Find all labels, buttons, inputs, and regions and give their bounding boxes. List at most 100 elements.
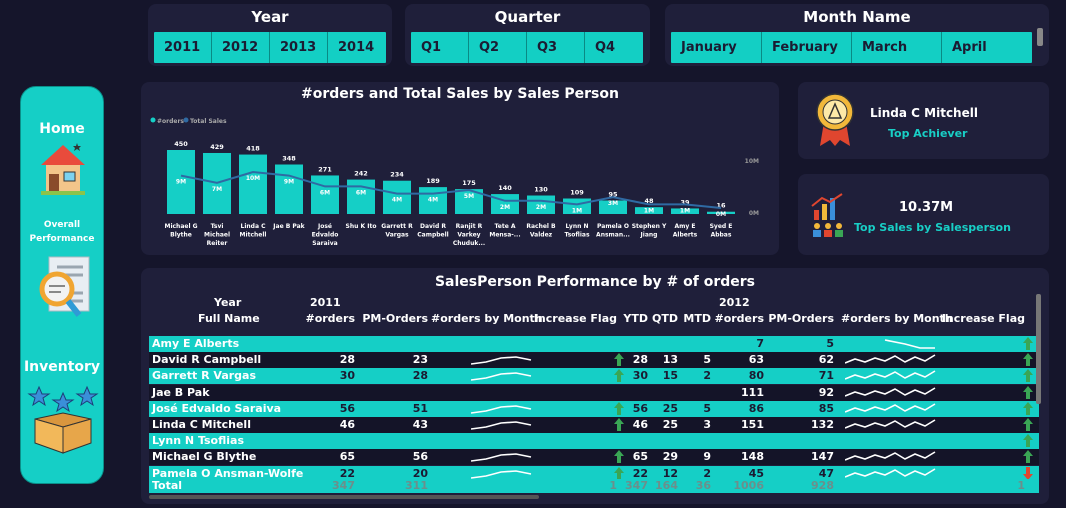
quarter-option-q2[interactable]: Q2	[469, 32, 527, 63]
report-search-icon[interactable]	[35, 253, 95, 327]
cell-2012-pm-orders: 5	[826, 337, 834, 350]
nav-home-label[interactable]: Home	[21, 121, 103, 137]
row-name: Jae B Pak	[152, 385, 210, 399]
year-option-2014[interactable]: 2014	[328, 32, 386, 63]
dashboard-root: { "slicers": { "year": { "title": "Year"…	[0, 0, 1066, 508]
year-slicer: Year 2011 2012 2013 2014	[148, 4, 392, 66]
sales-label-1: 7M	[212, 186, 222, 193]
nav-overall-label[interactable]: Overall Performance	[27, 218, 97, 246]
row-name: Amy E Alberts	[152, 337, 240, 350]
legend-orders-marker	[150, 117, 156, 123]
flag-2012	[1023, 337, 1033, 350]
box-stars-icon[interactable]	[25, 383, 101, 457]
cell-2012-orders: 45	[748, 466, 764, 480]
cell-2012-orders: 86	[748, 401, 764, 415]
cell-2011-pm-orders: 28	[412, 369, 428, 383]
table-row[interactable]: Jae B Pak 111 92	[149, 384, 1039, 401]
flag-2012	[1023, 369, 1033, 383]
sparkline-2011-line	[471, 469, 532, 479]
sales-label-7: 4M	[428, 197, 438, 204]
arrow-up-icon	[1023, 434, 1033, 448]
row-name: Linda C Mitchell	[152, 418, 251, 431]
bar-label-3: 348	[282, 155, 296, 163]
x-tick-4-0: José	[317, 223, 332, 230]
sales-label-15: 0M	[716, 211, 726, 218]
col-2011-1[interactable]: PM-Orders	[338, 312, 428, 325]
year-2011-header[interactable]: 2011	[310, 296, 341, 309]
year-option-2013[interactable]: 2013	[270, 32, 328, 63]
cell-2011-orders: 28	[339, 353, 355, 367]
table-row[interactable]: Michael G Blythe 65 56 65 29 9 148 147	[149, 449, 1039, 466]
table-row[interactable]: David R Campbell 28 23 28 13 5 63 62	[149, 352, 1039, 369]
table-row[interactable]: Linda C Mitchell 46 43 46 25 3 151 132	[149, 417, 1039, 433]
x-tick-4-1: Edvaldo	[312, 232, 339, 239]
cell-2011-pm-orders: 51	[412, 401, 428, 415]
legend-sales-marker	[183, 117, 189, 123]
bar-label-5: 242	[354, 170, 368, 178]
sparkline-2011-line	[471, 453, 532, 463]
table-row[interactable]: José Edvaldo Saraiva 56 51 56 25 5 86 85	[149, 400, 1039, 417]
month-option-january[interactable]: January	[671, 32, 762, 63]
cell-2012-pm-orders: 92	[818, 385, 834, 399]
x-tick-15-0: Syed E	[710, 223, 733, 230]
nav-inventory-label[interactable]: Inventory	[21, 359, 103, 375]
quarter-option-q1[interactable]: Q1	[411, 32, 469, 63]
cell-2011-orders: 46	[339, 418, 355, 431]
cell-mtd: 9	[703, 450, 711, 464]
month-slicer: Month Name January February March April	[665, 4, 1049, 66]
total-2012-pm-orders: 928	[811, 478, 834, 492]
matrix-title: SalesPerson Performance by # of orders	[434, 274, 756, 290]
sparkline-2012	[845, 354, 936, 364]
cell-2011-orders: 65	[339, 450, 355, 464]
sparkline-2012-line	[845, 403, 936, 413]
cell-mtd: 2	[703, 369, 711, 383]
x-tick-1-1: Michael	[204, 232, 230, 239]
cell-2011-pm-orders: 43	[412, 418, 428, 431]
month-slicer-scrollbar[interactable]	[1037, 28, 1043, 46]
sparkline-2011-line	[471, 372, 532, 382]
month-option-march[interactable]: March	[852, 32, 942, 63]
table-row[interactable]: Amy E Alberts 7 5	[149, 336, 1039, 352]
year-option-2011[interactable]: 2011	[154, 32, 212, 63]
table-row[interactable]: Garrett R Vargas 30 28 30 15 2 80 71	[149, 368, 1039, 385]
cell-2012-pm-orders: 47	[818, 466, 834, 480]
quarter-option-q4[interactable]: Q4	[585, 32, 643, 63]
nav-panel: Home Overall Performance Inventory	[20, 86, 104, 484]
col-2011-2[interactable]: #orders by Month	[431, 312, 543, 325]
row-name: Garrett R Vargas	[152, 369, 257, 383]
row-name: David R Campbell	[152, 353, 262, 367]
col-2012-3[interactable]: Increase Flag	[935, 312, 1025, 325]
matrix-h-scrollbar[interactable]	[149, 495, 539, 499]
cell-2012-orders: 151	[741, 418, 764, 431]
x-tick-14-1: Alberts	[673, 232, 698, 239]
x-tick-9-1: Mensa-...	[489, 232, 520, 239]
flag-2012	[1023, 466, 1033, 480]
x-tick-3-0: Jae B Pak	[272, 223, 305, 230]
month-slicer-options: January February March April	[671, 32, 1032, 63]
total-label: Total	[152, 478, 183, 492]
month-option-february[interactable]: February	[762, 32, 852, 63]
col-2012-1[interactable]: PM-Orders	[744, 312, 834, 325]
sparkline-2011	[471, 356, 532, 365]
table-row[interactable]: Lynn N Tsoflias	[149, 433, 1039, 450]
cell-mtd: 5	[703, 401, 711, 415]
row-name: Michael G Blythe	[152, 450, 257, 464]
year-2012-header[interactable]: 2012	[719, 296, 750, 309]
sales-label-12: 3M	[608, 200, 618, 207]
quarter-option-q3[interactable]: Q3	[527, 32, 585, 63]
cell-2012-pm-orders: 132	[811, 418, 834, 431]
year-option-2012[interactable]: 2012	[212, 32, 270, 63]
legend-orders-label: #orders	[157, 118, 184, 125]
x-tick-0-1: Blythe	[170, 232, 192, 239]
total-2012-orders: 1006	[733, 478, 764, 492]
sales-label-13: 1M	[644, 207, 654, 214]
sparkline-2012	[845, 419, 936, 429]
bar-label-9: 140	[498, 184, 512, 192]
house-icon[interactable]	[37, 141, 89, 197]
team-chart-icon	[811, 193, 843, 237]
sales-label-11: 1M	[572, 207, 582, 214]
cell-mtd: 3	[703, 418, 711, 431]
total-flag-2012: 1	[1017, 478, 1025, 492]
matrix-v-scrollbar[interactable]	[1036, 294, 1041, 404]
month-option-april[interactable]: April	[942, 32, 1032, 63]
